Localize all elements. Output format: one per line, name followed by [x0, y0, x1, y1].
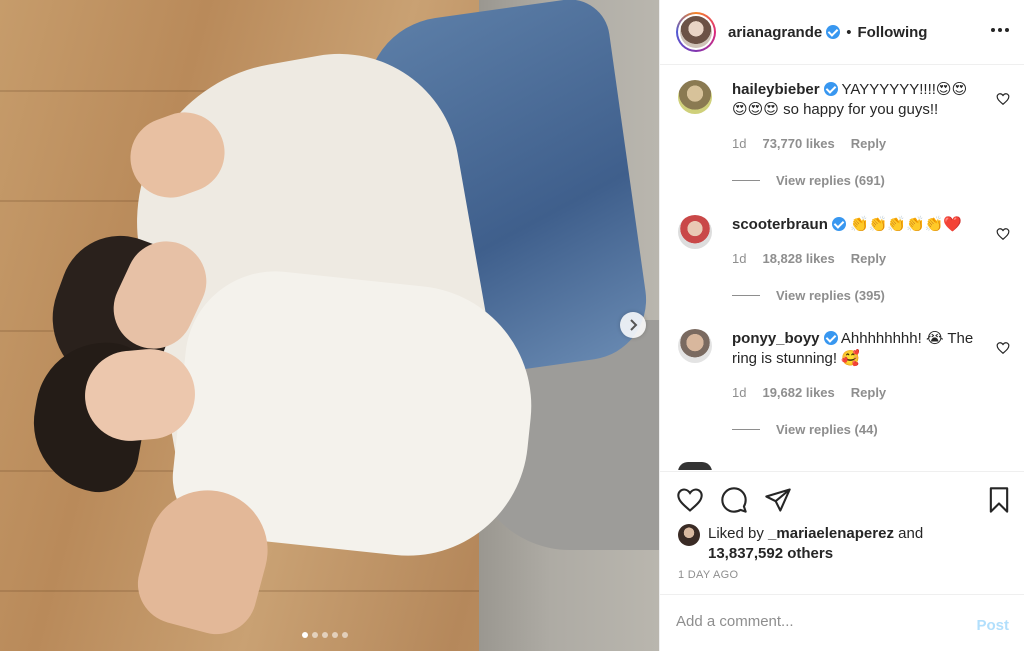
post-actions: Liked by _mariaelenaperez and 13,837,592… [660, 471, 1024, 593]
liker-username[interactable]: _mariaelenaperez [768, 525, 894, 542]
comment-text-line: ring is stunning! 🥰 [732, 350, 860, 367]
carousel-dot [332, 632, 338, 638]
add-comment-input[interactable] [676, 613, 956, 630]
next-comment-avatar-partial [678, 462, 712, 470]
heart-icon[interactable] [676, 486, 704, 514]
comment-username[interactable]: scooterbraun [732, 216, 828, 233]
commenter-avatar[interactable] [678, 329, 712, 363]
bookmark-icon[interactable] [985, 486, 1013, 514]
comment-meta: 1d 18,828 likes Reply [732, 251, 886, 266]
comment-like-heart-icon[interactable] [996, 341, 1010, 355]
post-side-panel: arianagrande • Following haileybieber YA… [659, 0, 1024, 651]
author-avatar[interactable] [676, 12, 716, 52]
comment-text-line: Ahhhhhhhh! 😭 The [840, 330, 974, 347]
comment-meta: 1d 19,682 likes Reply [732, 385, 886, 400]
comment-text-line: 👏👏👏👏👏❤️ [850, 216, 963, 233]
verified-badge-icon [826, 25, 841, 39]
carousel-dot [302, 632, 308, 638]
replies-divider [732, 295, 760, 296]
likes-summary: Liked by _mariaelenaperez and 13,837,592… [678, 524, 923, 564]
following-button[interactable]: Following [857, 24, 927, 41]
comments-list[interactable]: haileybieber YAYYYYYY!!!!😍😍 😍😍😍 so happy… [660, 66, 1024, 470]
header-separator: • [846, 23, 852, 41]
avatar-inner [678, 14, 714, 50]
reply-button[interactable]: Reply [851, 136, 886, 151]
verified-badge-icon [823, 82, 838, 96]
comment-text: haileybieber YAYYYYYY!!!!😍😍 😍😍😍 so happy… [732, 80, 982, 120]
comment-text: ponyy_boyy Ahhhhhhhh! 😭 The ring is stun… [732, 329, 982, 369]
author-username[interactable]: arianagrande [728, 24, 822, 41]
view-replies-button[interactable]: View replies (691) [732, 173, 885, 188]
commenter-avatar[interactable] [678, 215, 712, 249]
comment-text: scooterbraun 👏👏👏👏👏❤️ [732, 215, 982, 235]
carousel-dot [322, 632, 328, 638]
verified-badge-icon [831, 217, 846, 231]
comment-username[interactable]: ponyy_boyy [732, 330, 820, 347]
commenter-avatar[interactable] [678, 80, 712, 114]
paper-plane-icon[interactable] [764, 486, 792, 514]
post-photo[interactable] [0, 0, 659, 651]
replies-divider [732, 180, 760, 181]
comment-icon[interactable] [720, 486, 748, 514]
comment-text-line: YAYYYYYY!!!!😍😍 [841, 81, 968, 98]
liker-avatar[interactable] [678, 524, 700, 546]
post-header: arianagrande • Following [660, 0, 1024, 65]
view-replies-button[interactable]: View replies (395) [732, 288, 885, 303]
chevron-right-icon [630, 319, 638, 331]
comment-age: 1d [732, 136, 747, 151]
view-replies-label: View replies (691) [776, 173, 885, 188]
view-replies-label: View replies (395) [776, 288, 885, 303]
comment-age: 1d [732, 251, 747, 266]
liked-by-prefix: Liked by [708, 525, 764, 542]
liked-by-joiner: and [898, 525, 924, 542]
comment-text-line: 😍😍😍 so happy for you guys!! [732, 101, 939, 118]
avatar-image [680, 16, 712, 48]
comment-likes[interactable]: 73,770 likes [762, 136, 834, 151]
comment-like-heart-icon[interactable] [996, 227, 1010, 241]
comment-username[interactable]: haileybieber [732, 81, 820, 98]
carousel-dots [302, 632, 348, 638]
replies-divider [732, 429, 760, 430]
likes-text: Liked by _mariaelenaperez and 13,837,592… [708, 524, 923, 564]
view-replies-label: View replies (44) [776, 422, 878, 437]
likes-count[interactable]: 13,837,592 others [708, 545, 833, 562]
comment-like-heart-icon[interactable] [996, 92, 1010, 106]
more-options-icon[interactable] [991, 28, 1009, 32]
reply-button[interactable]: Reply [851, 385, 886, 400]
comment-meta: 1d 73,770 likes Reply [732, 136, 886, 151]
reply-button[interactable]: Reply [851, 251, 886, 266]
view-replies-button[interactable]: View replies (44) [732, 422, 878, 437]
comment-likes[interactable]: 18,828 likes [762, 251, 834, 266]
add-comment-bar: Post [660, 594, 1024, 651]
comment-age: 1d [732, 385, 747, 400]
carousel-dot [342, 632, 348, 638]
carousel-dot [312, 632, 318, 638]
comment-likes[interactable]: 19,682 likes [762, 385, 834, 400]
verified-badge-icon [823, 331, 838, 345]
carousel-next-button[interactable] [620, 312, 646, 338]
post-timestamp[interactable]: 1 DAY AGO [678, 569, 738, 581]
post-comment-button[interactable]: Post [976, 617, 1009, 634]
